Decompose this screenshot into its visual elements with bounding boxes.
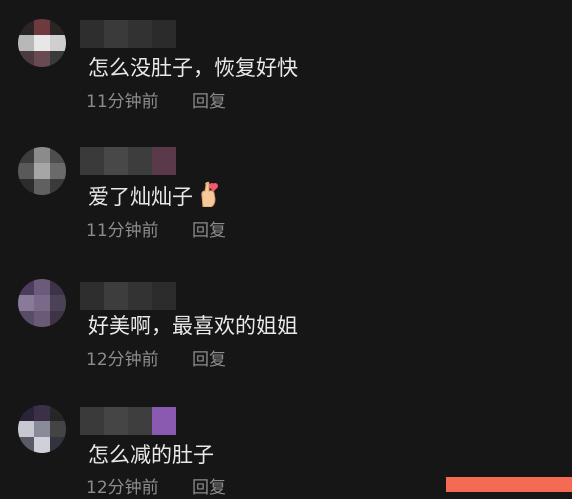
avatar-pixel [34, 405, 50, 421]
avatar-pixel [50, 147, 66, 163]
avatar-pixel [18, 437, 34, 453]
username-pixel [104, 147, 128, 175]
username-pixel [104, 282, 128, 310]
comment-text: 爱了灿灿子 [88, 181, 219, 214]
username-pixel [104, 407, 128, 435]
username-pixel [152, 282, 176, 310]
avatar-pixel [34, 163, 50, 179]
username-blurred[interactable] [80, 20, 176, 48]
comment-meta: 12分钟前 回复 [86, 477, 226, 499]
avatar-pixel [18, 147, 34, 163]
avatar-pixel [18, 295, 34, 311]
avatar-pixel [34, 35, 50, 51]
avatar-pixel [50, 35, 66, 51]
username-pixel [152, 147, 176, 175]
avatar-pixel [18, 279, 34, 295]
avatar[interactable] [18, 279, 66, 327]
username-pixel [80, 407, 104, 435]
avatar-pixel [50, 19, 66, 35]
username-pixel [80, 20, 104, 48]
reply-button[interactable]: 回复 [192, 477, 226, 499]
avatar-pixel [34, 147, 50, 163]
avatar-pixel [50, 279, 66, 295]
avatar-pixel [50, 163, 66, 179]
comment-text-content: 好美啊，最喜欢的姐姐 [88, 314, 298, 338]
avatar-pixel [50, 405, 66, 421]
avatar-pixel [50, 421, 66, 437]
avatar[interactable] [18, 405, 66, 453]
reply-button[interactable]: 回复 [192, 349, 226, 371]
avatar-pixel [34, 295, 50, 311]
comment-text: 怎么没肚子，恢复好快 [88, 54, 298, 82]
comment-text-content: 怎么没肚子，恢复好快 [88, 56, 298, 80]
avatar-pixel [18, 421, 34, 437]
username-blurred[interactable] [80, 282, 176, 310]
username-blurred[interactable] [80, 407, 176, 435]
username-pixel [80, 282, 104, 310]
reply-button[interactable]: 回复 [192, 91, 226, 113]
avatar-pixel [18, 35, 34, 51]
username-pixel [128, 20, 152, 48]
avatar-pixel [50, 311, 66, 327]
username-pixel [152, 407, 176, 435]
timestamp: 11分钟前 [86, 221, 159, 241]
username-pixel [128, 147, 152, 175]
finger-heart-icon [197, 181, 219, 214]
avatar-pixel [34, 279, 50, 295]
timestamp: 12分钟前 [86, 350, 159, 370]
comment-meta: 12分钟前 回复 [86, 349, 226, 371]
avatar-pixel [34, 51, 50, 67]
avatar-pixel [18, 179, 34, 195]
comment-text: 好美啊，最喜欢的姐姐 [88, 312, 298, 340]
avatar-pixel [50, 295, 66, 311]
avatar-pixel [34, 179, 50, 195]
avatar-pixel [18, 405, 34, 421]
avatar-pixel [50, 179, 66, 195]
avatar[interactable] [18, 147, 66, 195]
avatar-pixel [34, 19, 50, 35]
comment-text: 怎么减的肚子 [88, 441, 214, 469]
avatar-pixel [34, 437, 50, 453]
username-pixel [104, 20, 128, 48]
username-pixel [80, 147, 104, 175]
comment-meta: 11分钟前 回复 [86, 220, 226, 242]
avatar-pixel [18, 19, 34, 35]
avatar-pixel [50, 437, 66, 453]
avatar-pixel [18, 51, 34, 67]
timestamp: 12分钟前 [86, 478, 159, 498]
comment-text-content: 怎么减的肚子 [88, 443, 214, 467]
timestamp: 11分钟前 [86, 92, 159, 112]
avatar[interactable] [18, 19, 66, 67]
avatar-pixel [18, 311, 34, 327]
username-blurred[interactable] [80, 147, 176, 175]
comment-meta: 11分钟前 回复 [86, 91, 226, 113]
comment-text-content: 爱了灿灿子 [88, 185, 193, 209]
send-button[interactable] [446, 477, 572, 492]
username-pixel [128, 282, 152, 310]
avatar-pixel [34, 421, 50, 437]
avatar-pixel [18, 163, 34, 179]
reply-button[interactable]: 回复 [192, 220, 226, 242]
username-pixel [152, 20, 176, 48]
username-pixel [128, 407, 152, 435]
avatar-pixel [50, 51, 66, 67]
avatar-pixel [34, 311, 50, 327]
